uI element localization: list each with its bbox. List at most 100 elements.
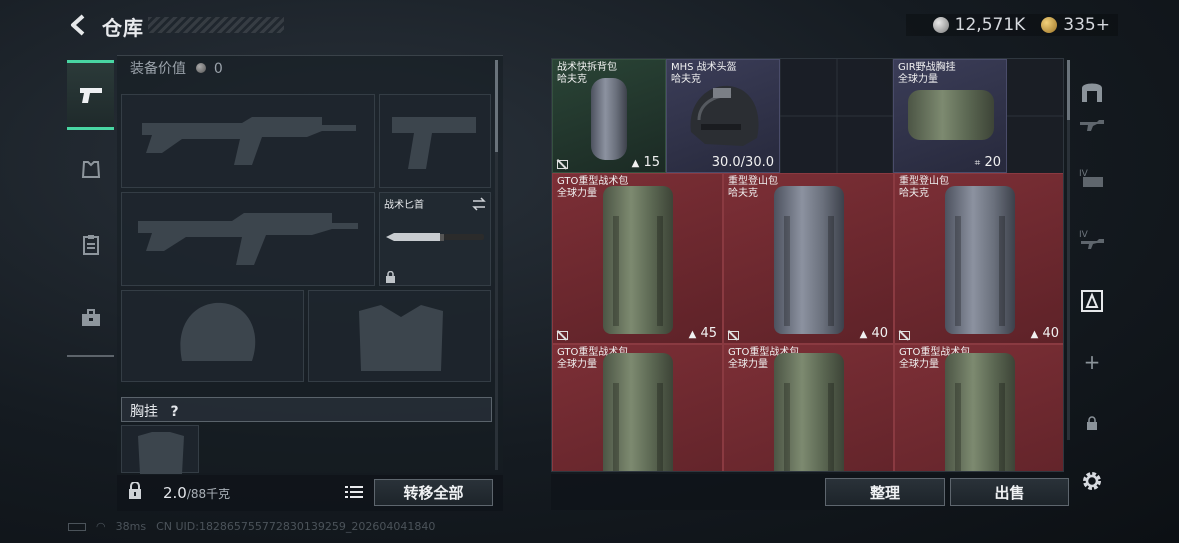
new-item-icon bbox=[557, 160, 568, 169]
item-count: ▲ 40 bbox=[1030, 326, 1059, 341]
storage-page-3[interactable]: IV bbox=[1077, 163, 1107, 193]
pistol-silhouette-icon bbox=[392, 117, 476, 169]
status-bar: ◠ 38ms CN UID:18286575577283013925​9_202… bbox=[68, 520, 435, 533]
armor-slot[interactable] bbox=[308, 290, 491, 382]
tab-misc[interactable] bbox=[67, 283, 114, 353]
melee-slot-label: 战术匕首 bbox=[384, 200, 424, 211]
storage-page-2[interactable] bbox=[1077, 110, 1107, 140]
primary-weapon-slot[interactable] bbox=[121, 94, 375, 188]
help-icon[interactable]: ? bbox=[170, 404, 178, 420]
capacity-icon: ▲ bbox=[1030, 329, 1039, 340]
item-name: GIR野战胸挂 全球力量 bbox=[898, 62, 956, 85]
carry-weight-max: /88千克 bbox=[186, 487, 231, 501]
storage-page-5[interactable] bbox=[1077, 286, 1107, 316]
add-storage-button[interactable]: + bbox=[1077, 347, 1107, 377]
gear-value: 装备价值 0 bbox=[130, 58, 223, 78]
item-count: ▲ 45 bbox=[688, 326, 717, 341]
helmet-silhouette-icon bbox=[180, 302, 256, 361]
svg-text:IV: IV bbox=[1079, 230, 1089, 240]
swap-icon[interactable] bbox=[472, 197, 486, 211]
locked-storage[interactable] bbox=[1077, 408, 1107, 438]
capacity-icon: ▲ bbox=[688, 329, 697, 340]
gear-value-amount: 0 bbox=[213, 61, 223, 77]
tab-equipment[interactable] bbox=[67, 135, 114, 205]
storage-item[interactable]: GTO重型战术包 全球力量 ▲ 45 bbox=[552, 173, 723, 344]
storage-page-4[interactable]: IV bbox=[1077, 224, 1107, 254]
toolbox-icon bbox=[81, 309, 100, 326]
storage-item[interactable]: 重型登山包 哈夫克 ▲ 40 bbox=[723, 173, 894, 344]
title-decoration bbox=[148, 17, 284, 33]
gear-value-label: 装备价值 bbox=[130, 61, 186, 77]
backpack-lock-icon bbox=[129, 482, 141, 499]
category-tabs bbox=[67, 55, 114, 357]
storage-item[interactable]: 战术快拆背包 哈夫克 ▲ 15 bbox=[552, 59, 666, 173]
storage-item[interactable]: GIR野战胸挂 全球力量 ⌗ 20 bbox=[893, 59, 1007, 173]
pistol-icon bbox=[79, 88, 102, 103]
transfer-all-button[interactable]: 转移全部 bbox=[374, 479, 493, 506]
weapon-storage-icon bbox=[1080, 120, 1104, 131]
sell-button[interactable]: 出售 bbox=[950, 478, 1069, 506]
rig-slot[interactable] bbox=[121, 425, 199, 474]
item-count: ⌗ 20 bbox=[974, 155, 1001, 170]
rig-label: 胸挂 bbox=[130, 404, 158, 420]
lock-icon bbox=[1087, 416, 1097, 430]
storage-item[interactable]: GTO重型战术包 全球力量 bbox=[894, 344, 1063, 471]
rifle-silhouette-icon bbox=[138, 213, 358, 265]
backpack-image bbox=[603, 353, 673, 471]
backpack-image bbox=[591, 78, 627, 160]
lock-icon bbox=[386, 271, 395, 283]
equipment-box-icon bbox=[1081, 290, 1103, 312]
item-durability: 30.0/30.0 bbox=[711, 155, 774, 170]
backpack-image bbox=[774, 186, 844, 334]
gold-amount: 335+ bbox=[1063, 15, 1110, 35]
secondary-weapon-slot[interactable] bbox=[379, 94, 491, 188]
sort-button[interactable]: 整理 bbox=[825, 478, 945, 506]
item-count: ▲ 40 bbox=[859, 326, 888, 341]
storage-item[interactable]: GTO重型战术包 全球力量 bbox=[723, 344, 894, 471]
carry-weight-current: 2.0 bbox=[163, 484, 187, 502]
tab-consumables[interactable] bbox=[67, 210, 114, 280]
rifle-iv-icon: IV bbox=[1079, 230, 1104, 249]
melee-slot[interactable]: 战术匕首 bbox=[379, 192, 491, 286]
page-title: 仓库 bbox=[102, 16, 144, 40]
storage-grid[interactable]: 战术快拆背包 哈夫克 ▲ 15 MHS 战术头盔 哈夫克 30.0/30.0 GIR… bbox=[551, 58, 1064, 472]
new-item-icon bbox=[899, 331, 910, 340]
item-name: 重型登山包 哈夫克 bbox=[899, 176, 949, 199]
list-view-button[interactable] bbox=[342, 480, 366, 504]
silver-amount: 12,571K bbox=[954, 15, 1026, 35]
loadout-scrollbar-thumb[interactable] bbox=[495, 60, 498, 152]
helmet-image bbox=[690, 85, 759, 146]
list-icon bbox=[345, 486, 363, 498]
storage-scrollbar-thumb[interactable] bbox=[1067, 60, 1070, 120]
tertiary-weapon-slot[interactable] bbox=[121, 192, 375, 286]
ping: 38ms bbox=[115, 520, 147, 533]
capacity-icon: ▲ bbox=[859, 329, 868, 340]
storage-item[interactable]: 重型登山包 哈夫克 ▲ 40 bbox=[894, 173, 1063, 344]
chest-rig-image bbox=[908, 90, 994, 140]
rifle-silhouette-icon bbox=[142, 117, 356, 165]
helmet-slot[interactable] bbox=[121, 290, 304, 382]
backpack-image bbox=[945, 353, 1015, 471]
backpack-image bbox=[774, 353, 844, 471]
item-count: ▲ 15 bbox=[631, 155, 660, 170]
currency-bar[interactable]: 12,571K 335+ bbox=[906, 14, 1118, 36]
chevron-left-icon bbox=[71, 14, 85, 36]
rig-section-header[interactable]: 胸挂 ? bbox=[121, 397, 492, 422]
gold-coin-icon bbox=[1041, 17, 1058, 33]
storage-item[interactable]: MHS 战术头盔 哈夫克 30.0/30.0 bbox=[666, 59, 780, 173]
tab-weapons[interactable] bbox=[67, 60, 114, 130]
gear-icon[interactable] bbox=[1080, 469, 1104, 493]
combat-knife-icon bbox=[386, 233, 484, 241]
plus-icon: + bbox=[1083, 350, 1101, 374]
back-button[interactable] bbox=[66, 12, 92, 38]
storage-item[interactable]: GTO重型战术包 全球力量 bbox=[552, 344, 723, 471]
vest-silhouette-icon bbox=[359, 305, 443, 371]
uid: CN UID:18286575577283013925​9_2026040418… bbox=[156, 520, 436, 533]
backpack-image bbox=[603, 186, 673, 334]
wifi-icon: ◠ bbox=[96, 520, 106, 533]
new-item-icon bbox=[728, 331, 739, 340]
backpack-image bbox=[945, 186, 1015, 334]
item-name: 重型登山包 哈夫克 bbox=[728, 176, 778, 199]
storage-page-1[interactable] bbox=[1077, 76, 1107, 106]
battery-icon bbox=[68, 522, 86, 531]
